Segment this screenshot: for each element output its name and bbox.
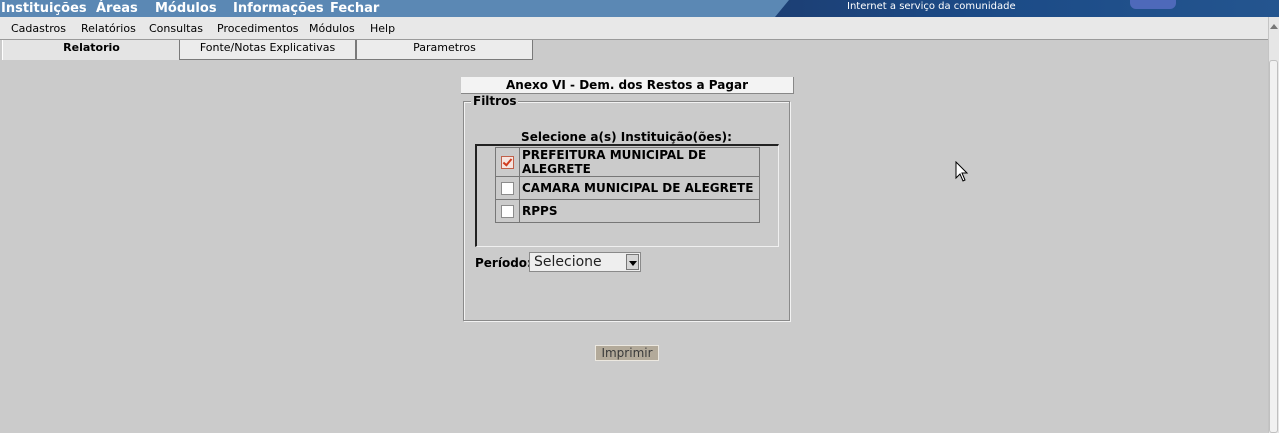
institution-name: PREFEITURA MUNICIPAL DE ALEGRETE: [519, 147, 760, 177]
chevron-down-icon[interactable]: [626, 254, 639, 270]
tab-parametros[interactable]: Parametros: [356, 40, 533, 60]
menu-fechar[interactable]: Fechar: [330, 1, 379, 17]
tab-fonte-notas[interactable]: Fonte/Notas Explicativas: [179, 40, 356, 60]
institution-row: RPPS: [495, 199, 760, 223]
institution-checkbox-prefeitura[interactable]: [501, 156, 514, 169]
top-menu-bar: Instituições Áreas Módulos Informações F…: [0, 0, 1279, 17]
print-button[interactable]: Imprimir: [595, 345, 659, 361]
periodo-select-value: Selecione: [534, 254, 602, 270]
submenu-relatorios[interactable]: Relatórios: [81, 22, 136, 35]
menu-informacoes[interactable]: Informações: [233, 1, 324, 17]
institutions-table: PREFEITURA MUNICIPAL DE ALEGRETE CAMARA …: [495, 147, 760, 223]
institution-name: RPPS: [519, 199, 760, 223]
institution-row: CAMARA MUNICIPAL DE ALEGRETE: [495, 176, 760, 200]
periodo-label: Período:: [475, 256, 532, 270]
banner-logo-icon: [1130, 0, 1176, 9]
banner-tagline: Internet a serviço da comunidade: [847, 1, 1016, 12]
banner: Internet a serviço da comunidade: [775, 0, 1279, 17]
menu-areas[interactable]: Áreas: [96, 1, 138, 17]
periodo-select[interactable]: Selecione: [529, 252, 641, 272]
institution-checkbox-rpps[interactable]: [501, 205, 514, 218]
institution-row: PREFEITURA MUNICIPAL DE ALEGRETE: [495, 147, 760, 177]
submenu-modulos[interactable]: Módulos: [309, 22, 355, 35]
report-title: Anexo VI - Dem. dos Restos a Pagar: [461, 77, 794, 94]
menu-instituicoes[interactable]: Instituições: [1, 1, 87, 17]
secondary-menu: Cadastros Relatórios Consultas Procedime…: [0, 17, 1268, 40]
tab-relatorio[interactable]: Relatorio: [2, 40, 180, 60]
scrollbar-thumb[interactable]: [1269, 60, 1278, 433]
filters-legend: Filtros: [471, 94, 519, 108]
submenu-procedimentos[interactable]: Procedimentos: [217, 22, 299, 35]
scroll-up-arrow-icon[interactable]: [1270, 24, 1278, 29]
institution-checkbox-camara[interactable]: [501, 182, 514, 195]
submenu-consultas[interactable]: Consultas: [149, 22, 203, 35]
institutions-heading: Selecione a(s) Instituição(ões):: [521, 130, 732, 144]
submenu-cadastros[interactable]: Cadastros: [11, 22, 66, 35]
menu-modulos[interactable]: Módulos: [155, 1, 217, 17]
institution-name: CAMARA MUNICIPAL DE ALEGRETE: [519, 176, 760, 200]
submenu-help[interactable]: Help: [370, 22, 395, 35]
